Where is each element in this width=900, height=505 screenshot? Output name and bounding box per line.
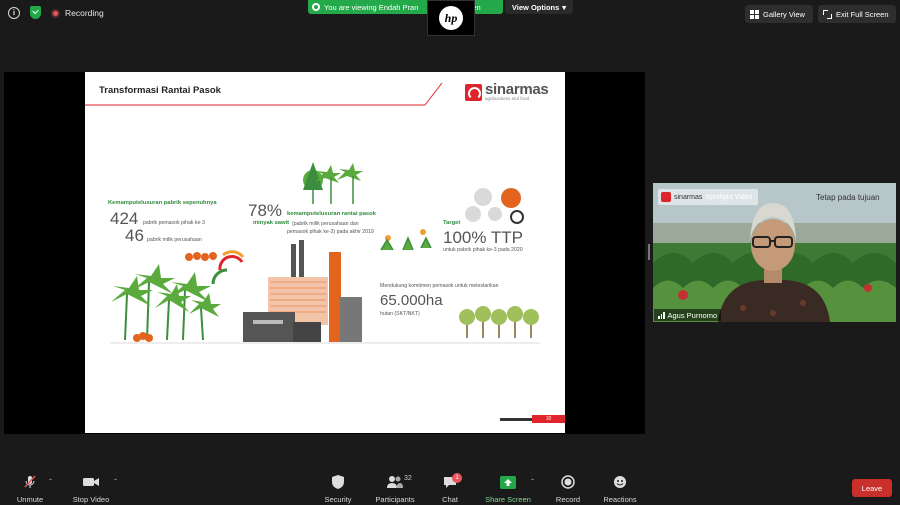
gallery-view-label: Gallery View bbox=[763, 9, 805, 19]
slide-title: Transformasi Rantai Pasok bbox=[99, 85, 221, 96]
chat-button[interactable]: Chat bbox=[438, 463, 462, 505]
unmute-button[interactable]: Unmute bbox=[10, 463, 50, 505]
sinarmas-mark-icon bbox=[661, 192, 671, 202]
participants-count: 32 bbox=[404, 475, 412, 482]
recording-dot-icon bbox=[51, 8, 60, 18]
participant-name: Agus Purnomo bbox=[667, 310, 718, 320]
video-options-chevron-icon[interactable]: ⌃ bbox=[113, 478, 118, 485]
shield-icon bbox=[332, 475, 344, 489]
block2-heading2: minyak sawit bbox=[253, 220, 290, 226]
block3-value: 100% TTP bbox=[443, 228, 524, 247]
block2-note2: pemasok pihak ke-3) pada akhir 2019 bbox=[287, 229, 374, 235]
block1-value2: 46 bbox=[125, 226, 144, 245]
share-screen-icon bbox=[500, 475, 516, 489]
block3-heading: Target bbox=[443, 220, 461, 226]
sinarmas-logo: sinarmas agribusiness and food bbox=[465, 81, 549, 101]
spotlight-brand: sinarmas bbox=[674, 193, 703, 201]
meeting-topbar: i Recording You are viewing Endah Pran e… bbox=[0, 0, 900, 36]
leave-button[interactable]: Leave bbox=[852, 479, 892, 497]
record-icon bbox=[561, 475, 575, 489]
chevron-down-icon: ▾ bbox=[562, 2, 567, 12]
block2-value: 78% bbox=[248, 201, 283, 220]
block4-label: hutan (SKT/NKT) bbox=[380, 311, 420, 317]
video-background-text: Tetap pada tujuan bbox=[816, 193, 880, 202]
panel-resize-handle[interactable] bbox=[648, 244, 650, 260]
thumbnail-overlay: hp bbox=[427, 0, 475, 36]
security-label: Security bbox=[324, 495, 352, 504]
chat-label: Chat bbox=[442, 495, 458, 504]
share-screen-button[interactable]: Share Screen bbox=[484, 463, 532, 505]
spotlight-label: Spotlight Video bbox=[705, 193, 753, 201]
grid-icon bbox=[750, 9, 759, 19]
recording-label: Recording bbox=[65, 8, 104, 18]
spotlight-tag: sinarmas Spotlight Video bbox=[658, 189, 758, 205]
viewing-banner-text: You are viewing Endah Pran bbox=[324, 2, 419, 12]
participants-label: Participants bbox=[375, 495, 415, 504]
record-button[interactable]: Record bbox=[553, 463, 583, 505]
participant-video-tile[interactable]: sinarmas Spotlight Video Tetap pada tuju… bbox=[653, 183, 896, 322]
share-options-chevron-icon[interactable]: ⌃ bbox=[530, 478, 535, 485]
stop-video-label: Stop Video bbox=[72, 495, 110, 504]
participants-button[interactable]: Participants bbox=[372, 463, 418, 505]
security-shield-icon[interactable] bbox=[30, 6, 41, 19]
audio-options-chevron-icon[interactable]: ⌃ bbox=[48, 478, 53, 485]
fullscreen-exit-icon bbox=[823, 9, 832, 19]
smiley-icon bbox=[613, 475, 627, 489]
hp-logo: hp bbox=[439, 6, 463, 30]
reactions-button[interactable]: Reactions bbox=[602, 463, 638, 505]
exit-full-screen-label: Exit Full Screen bbox=[836, 9, 889, 19]
view-options-button[interactable]: View Options ▾ bbox=[505, 0, 573, 14]
share-screen-label: Share Screen bbox=[485, 495, 531, 504]
exit-full-screen-button[interactable]: Exit Full Screen bbox=[818, 5, 896, 23]
block1-label2: pabrik milik perusahaan bbox=[147, 237, 202, 243]
recording-indicator[interactable]: Recording bbox=[51, 6, 104, 20]
page-bar bbox=[500, 418, 532, 421]
stop-video-button[interactable]: Stop Video bbox=[70, 463, 112, 505]
sinarmas-mark-icon bbox=[465, 83, 482, 101]
block2-heading: kemamputelusuran rantai pasok bbox=[287, 211, 376, 217]
presentation-slide: Transformasi Rantai Pasok sinarmas agrib… bbox=[85, 72, 565, 433]
chat-unread-badge: 1 bbox=[452, 473, 462, 483]
block1-heading: Kemamputelusuran pabrik sepenuhnya bbox=[108, 200, 217, 206]
audio-level-icon bbox=[658, 311, 665, 319]
sinarmas-wordmark: sinarmas bbox=[485, 81, 549, 98]
participants-icon bbox=[387, 475, 403, 489]
block3-label: untuk pabrik pihak ke-3 pada 2020 bbox=[443, 247, 523, 253]
record-label: Record bbox=[555, 495, 581, 504]
security-button[interactable]: Security bbox=[322, 463, 354, 505]
video-camera-icon bbox=[83, 475, 99, 489]
participant-name-tag: Agus Purnomo bbox=[654, 309, 722, 321]
info-icon[interactable]: i bbox=[8, 7, 20, 19]
block2-note1: (pabrik milik perusahaan dan bbox=[292, 221, 359, 227]
block4-value: 65.000ha bbox=[380, 292, 443, 309]
block4-heading: Mendukung komitmen pemasok untuk melesta… bbox=[380, 283, 499, 289]
block1-label1: pabrik pemasok pihak ke-3 bbox=[143, 220, 205, 226]
reactions-label: Reactions bbox=[603, 495, 637, 504]
muted-mic-icon bbox=[23, 475, 37, 489]
gallery-view-button[interactable]: Gallery View bbox=[745, 5, 813, 23]
view-options-label: View Options bbox=[511, 2, 560, 12]
meeting-toolbar: Unmute ⌃ Stop Video ⌃ Security Participa… bbox=[0, 463, 900, 505]
screen-share-icon bbox=[312, 3, 320, 11]
unmute-label: Unmute bbox=[16, 495, 44, 504]
page-number: 10 bbox=[532, 415, 565, 423]
